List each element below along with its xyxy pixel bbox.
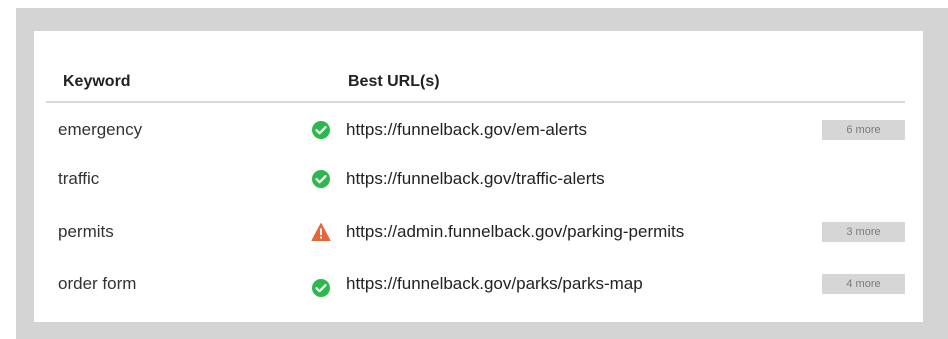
table-row: permits https://admin.funnelback.gov/par… — [46, 215, 905, 249]
best-url-link[interactable]: https://admin.funnelback.gov/parking-per… — [346, 222, 684, 242]
table-row: traffic https://funnelback.gov/traffic-a… — [46, 162, 905, 196]
column-header-keyword: Keyword — [63, 73, 131, 90]
best-url-link[interactable]: https://funnelback.gov/traffic-alerts — [346, 169, 605, 189]
keyword-cell: emergency — [58, 120, 143, 139]
more-urls-button[interactable]: 3 more — [822, 222, 905, 242]
table-row: order form https://funnelback.gov/parks/… — [46, 267, 905, 301]
keyword-cell: permits — [58, 222, 114, 241]
table-row: emergency https://funnelback.gov/em-aler… — [46, 113, 905, 147]
keyword-table-panel: Keyword Best URL(s) emergency https://fu… — [34, 31, 923, 322]
check-circle-icon — [311, 278, 331, 298]
keyword-cell: order form — [58, 274, 137, 293]
best-url-link[interactable]: https://funnelback.gov/em-alerts — [346, 120, 587, 140]
column-header-best-urls: Best URL(s) — [348, 73, 440, 90]
check-circle-icon — [311, 120, 331, 140]
more-urls-button[interactable]: 6 more — [822, 120, 905, 140]
keyword-cell: traffic — [58, 169, 100, 188]
table-header: Keyword Best URL(s) — [46, 69, 905, 103]
best-url-link[interactable]: https://funnelback.gov/parks/parks-map — [346, 274, 643, 294]
warning-triangle-icon — [311, 222, 331, 242]
more-urls-button[interactable]: 4 more — [822, 274, 905, 294]
check-circle-icon — [311, 169, 331, 189]
